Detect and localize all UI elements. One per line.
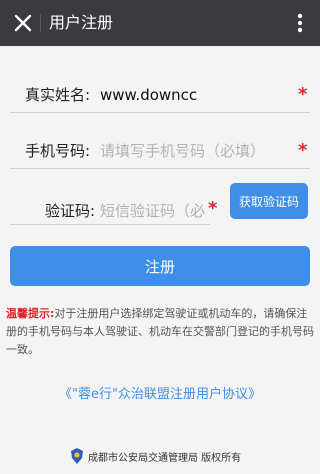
- top-bar: 用户注册: [0, 0, 320, 46]
- name-input[interactable]: [100, 84, 290, 106]
- footer: 成都市公安局交通管理局 版权所有: [70, 446, 241, 466]
- tip-block: 温馨提示:对于注册用户选择绑定驾驶证或机动车的，请确保注册的手机号码与本人驾驶证…: [6, 305, 314, 359]
- phone-underline: [10, 168, 310, 169]
- footer-text: 成都市公安局交通管理局 版权所有: [88, 452, 242, 464]
- page-title: 用户注册: [49, 13, 114, 32]
- more-vertical-icon: [297, 13, 303, 33]
- more-button[interactable]: [286, 6, 314, 40]
- police-badge-icon: [71, 448, 83, 464]
- phone-label: 手机号码:: [25, 142, 91, 160]
- agreement-link[interactable]: 《"蓉e行"众治联盟注册用户协议》: [0, 383, 320, 402]
- code-required-mark: *: [208, 198, 218, 219]
- name-label: 真实姓名:: [25, 86, 91, 104]
- header-divider: [40, 14, 41, 32]
- code-underline: [10, 224, 210, 225]
- phone-input[interactable]: [100, 140, 290, 162]
- tip-title: 温馨提示:: [6, 307, 55, 320]
- close-button[interactable]: [6, 6, 40, 40]
- phone-required-mark: *: [298, 140, 308, 161]
- name-underline: [10, 112, 310, 113]
- register-button[interactable]: 注册: [10, 246, 310, 286]
- get-code-button[interactable]: 获取验证码: [230, 183, 308, 219]
- code-input[interactable]: [100, 200, 205, 222]
- name-required-mark: *: [298, 84, 308, 105]
- code-label: 验证码:: [45, 202, 96, 220]
- close-icon: [14, 14, 32, 32]
